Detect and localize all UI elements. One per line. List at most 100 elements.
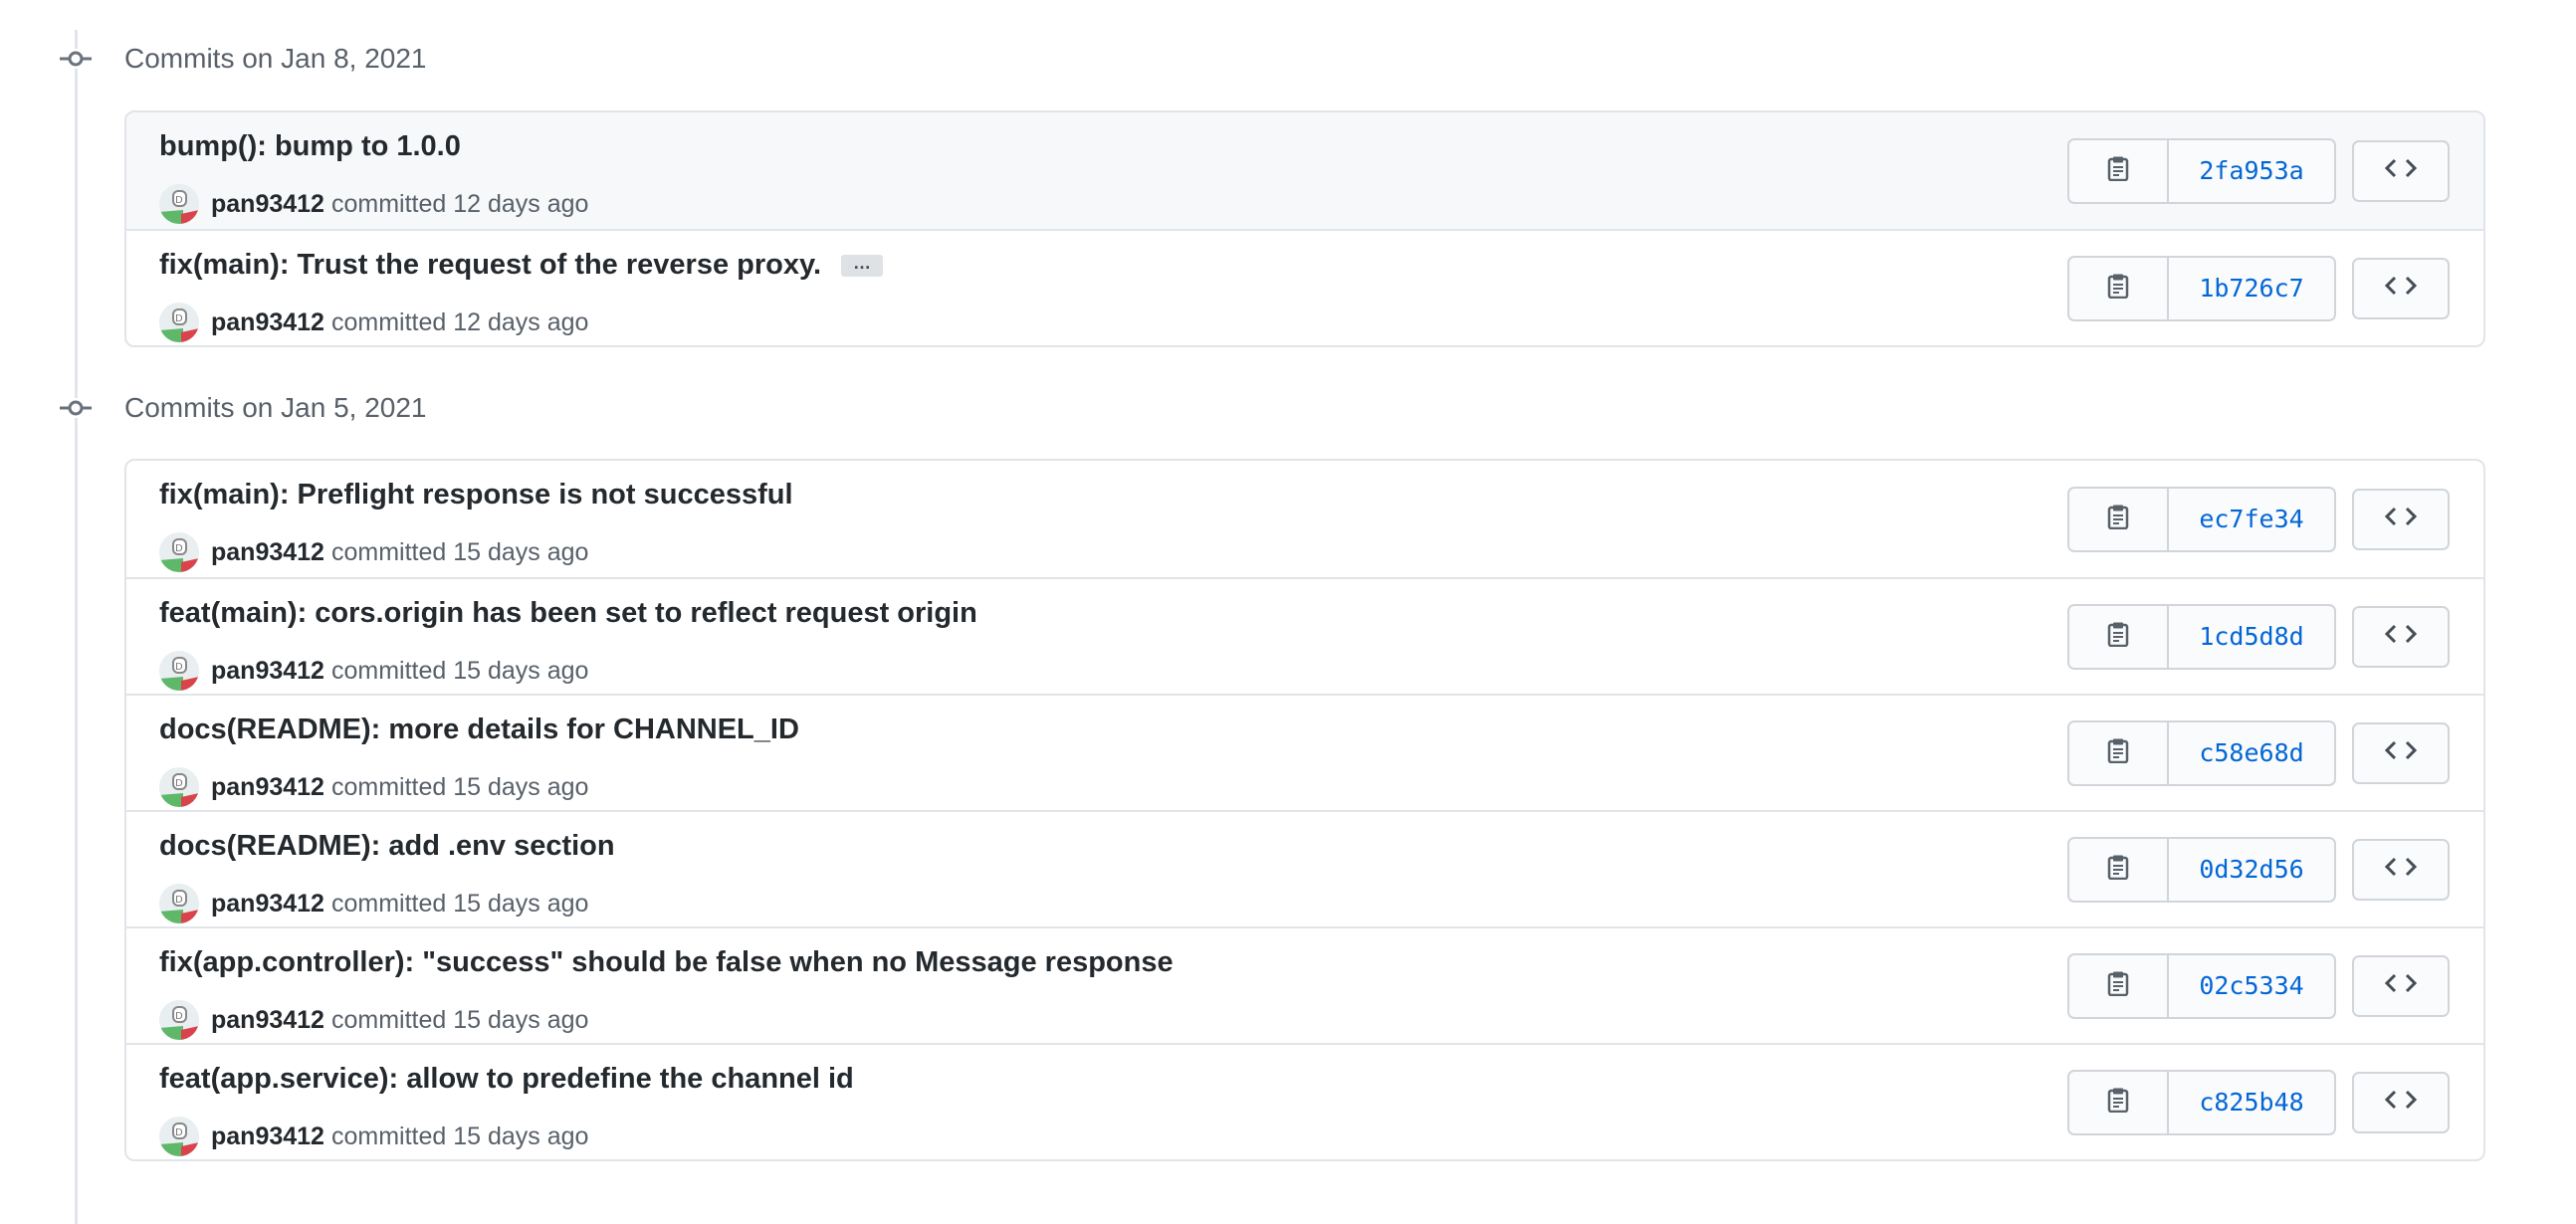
commit-time: committed 15 days ago: [330, 656, 589, 685]
code-icon: [2384, 739, 2418, 766]
copy-sha-button[interactable]: [2069, 954, 2169, 1017]
user-avatar[interactable]: D: [159, 532, 199, 572]
commit-author-link[interactable]: pan93412: [211, 1122, 324, 1151]
user-avatar[interactable]: D: [159, 651, 199, 691]
sha-button-group: 2fa953a: [2067, 137, 2336, 204]
commit-group-title: Commits on Jan 5, 2021: [124, 392, 427, 423]
code-icon: [2384, 856, 2418, 883]
clipboard-icon: [2107, 273, 2129, 304]
svg-text:D: D: [175, 895, 183, 906]
timeline-line: [75, 30, 78, 1224]
browse-repo-button[interactable]: [2352, 488, 2450, 550]
copy-sha-button[interactable]: [2069, 605, 2169, 668]
svg-text:D: D: [175, 1011, 183, 1022]
browse-repo-button[interactable]: [2352, 1071, 2450, 1133]
commit-time: committed 15 days ago: [330, 537, 589, 566]
copy-sha-button[interactable]: [2069, 139, 2169, 202]
commit-author-link[interactable]: pan93412: [211, 657, 324, 686]
sha-button-group: ec7fe34: [2067, 486, 2336, 552]
commit-sha-link[interactable]: c825b48: [2169, 1072, 2334, 1133]
commit-group-header: Commits on Jan 5, 2021: [60, 380, 2488, 436]
commit-row: docs(README): add .env section D pan9341…: [126, 810, 2483, 926]
commit-row: fix(app.controller): "success" should be…: [126, 926, 2483, 1043]
svg-text:D: D: [175, 543, 183, 554]
sha-button-group: 1b726c7: [2067, 255, 2336, 321]
browse-repo-button[interactable]: [2352, 605, 2450, 668]
commit-author-link[interactable]: pan93412: [211, 890, 324, 918]
user-avatar[interactable]: D: [159, 184, 199, 224]
commit-author-link[interactable]: pan93412: [211, 538, 324, 567]
browse-repo-button[interactable]: [2352, 139, 2450, 202]
user-avatar[interactable]: D: [159, 884, 199, 923]
sha-button-group: c825b48: [2067, 1069, 2336, 1135]
copy-sha-button[interactable]: [2069, 257, 2169, 319]
clipboard-icon: [2107, 504, 2129, 534]
user-avatar[interactable]: D: [159, 1000, 199, 1040]
sha-button-group: c58e68d: [2067, 719, 2336, 786]
clipboard-icon: [2107, 155, 2129, 186]
commit-time: committed 15 days ago: [330, 1005, 589, 1034]
git-commit-icon: [60, 398, 92, 418]
code-icon: [2384, 275, 2418, 302]
commit-row: docs(README): more details for CHANNEL_I…: [126, 694, 2483, 810]
clipboard-icon: [2107, 854, 2129, 885]
commit-list-box: bump(): bump to 1.0.0 D pan93412 committ…: [124, 110, 2485, 347]
code-icon: [2384, 506, 2418, 532]
commit-sha-link[interactable]: 0d32d56: [2169, 839, 2334, 901]
commit-time: committed 15 days ago: [330, 889, 589, 918]
user-avatar[interactable]: D: [159, 303, 199, 342]
copy-sha-button[interactable]: [2069, 1071, 2169, 1133]
clipboard-icon: [2107, 970, 2129, 1001]
commit-sha-link[interactable]: 1b726c7: [2169, 258, 2334, 319]
browse-repo-button[interactable]: [2352, 838, 2450, 901]
git-commit-icon: [60, 49, 92, 69]
commit-group-title: Commits on Jan 8, 2021: [124, 43, 427, 74]
copy-sha-button[interactable]: [2069, 488, 2169, 550]
commit-row: fix(main): Preflight response is not suc…: [126, 461, 2483, 577]
commit-message-link[interactable]: fix(app.controller): "success" should be…: [159, 946, 1174, 979]
commit-message-link[interactable]: docs(README): add .env section: [159, 830, 615, 863]
clipboard-icon: [2107, 1087, 2129, 1118]
commit-group-jan-8: Commits on Jan 8, 2021: [60, 31, 2488, 87]
commit-row: feat(app.service): allow to predefine th…: [126, 1043, 2483, 1159]
svg-text:D: D: [175, 1127, 183, 1138]
commit-message-link[interactable]: feat(main): cors.origin has been set to …: [159, 597, 977, 630]
expand-message-button[interactable]: …: [841, 254, 884, 277]
commit-message-link[interactable]: docs(README): more details for CHANNEL_I…: [159, 714, 799, 746]
svg-text:D: D: [175, 778, 183, 789]
user-avatar[interactable]: D: [159, 1117, 199, 1156]
code-icon: [2384, 1089, 2418, 1116]
commit-sha-link[interactable]: c58e68d: [2169, 722, 2334, 784]
commit-message-link[interactable]: fix(main): Trust the request of the reve…: [159, 249, 821, 282]
browse-repo-button[interactable]: [2352, 954, 2450, 1017]
sha-button-group: 1cd5d8d: [2067, 603, 2336, 670]
commit-author-link[interactable]: pan93412: [211, 190, 324, 219]
commit-sha-link[interactable]: 1cd5d8d: [2169, 606, 2334, 668]
commit-sha-link[interactable]: 2fa953a: [2169, 140, 2334, 202]
commit-time: committed 12 days ago: [330, 307, 589, 336]
commit-row: feat(main): cors.origin has been set to …: [126, 577, 2483, 694]
commit-author-link[interactable]: pan93412: [211, 1006, 324, 1035]
commit-group-header: Commits on Jan 8, 2021: [60, 31, 2488, 87]
commit-row: bump(): bump to 1.0.0 D pan93412 committ…: [126, 112, 2483, 229]
commit-message-link[interactable]: fix(main): Preflight response is not suc…: [159, 479, 793, 511]
commit-author-link[interactable]: pan93412: [211, 308, 324, 337]
commit-group-jan-5: Commits on Jan 5, 2021: [60, 380, 2488, 436]
clipboard-icon: [2107, 621, 2129, 652]
commit-sha-link[interactable]: ec7fe34: [2169, 489, 2334, 550]
code-icon: [2384, 623, 2418, 650]
browse-repo-button[interactable]: [2352, 257, 2450, 319]
commit-author-link[interactable]: pan93412: [211, 773, 324, 802]
copy-sha-button[interactable]: [2069, 721, 2169, 784]
clipboard-icon: [2107, 737, 2129, 768]
commit-time: committed 12 days ago: [330, 189, 589, 218]
browse-repo-button[interactable]: [2352, 721, 2450, 784]
commit-time: committed 15 days ago: [330, 772, 589, 801]
code-icon: [2384, 972, 2418, 999]
commit-message-link[interactable]: bump(): bump to 1.0.0: [159, 130, 461, 163]
commit-sha-link[interactable]: 02c5334: [2169, 955, 2334, 1017]
copy-sha-button[interactable]: [2069, 838, 2169, 901]
commit-message-link[interactable]: feat(app.service): allow to predefine th…: [159, 1063, 854, 1096]
user-avatar[interactable]: D: [159, 767, 199, 807]
svg-text:D: D: [175, 313, 183, 324]
